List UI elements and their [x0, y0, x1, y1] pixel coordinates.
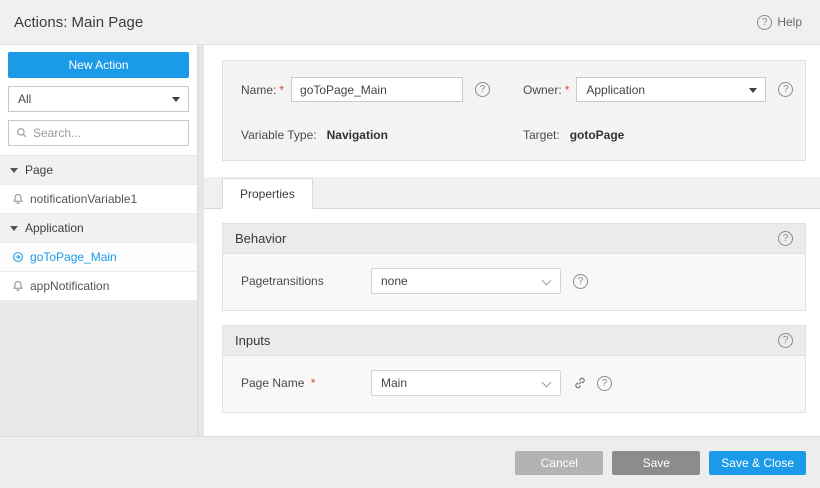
required-marker: *: [279, 82, 285, 97]
tree-group-label: Application: [25, 221, 84, 235]
header: Actions: Main Page ? Help: [0, 0, 820, 45]
filter-select-value: All: [18, 92, 32, 106]
collapse-caret-icon: [10, 225, 18, 231]
body: New Action All Page: [0, 45, 820, 436]
name-help-icon[interactable]: ?: [475, 82, 491, 97]
search-box[interactable]: [8, 120, 189, 146]
pagetransitions-value: none: [381, 274, 408, 288]
tree-group-page[interactable]: Page: [0, 156, 197, 185]
cancel-button[interactable]: Cancel: [515, 450, 604, 475]
owner-select[interactable]: Application: [576, 77, 767, 102]
variable-type-label: Variable Type:: [241, 128, 317, 142]
filter-select[interactable]: All: [8, 86, 189, 112]
chevron-down-icon: [749, 88, 758, 93]
target-value: gotoPage: [569, 128, 625, 142]
bind-variable-link-icon[interactable]: [573, 376, 587, 390]
owner-label: Owner:: [523, 82, 562, 97]
tree-item-notificationvariable1[interactable]: notificationVariable1: [0, 185, 197, 214]
action-summary-panel: Name: * ? Owner: * Application ?: [222, 60, 806, 161]
required-marker: *: [564, 82, 570, 97]
sidebar: New Action All Page: [0, 45, 197, 436]
tree-group-label: Page: [25, 163, 54, 177]
name-label: Name:: [241, 82, 277, 97]
inputs-section: Inputs ? Page Name * Main ?: [222, 325, 806, 413]
chevron-down-icon: [172, 97, 180, 102]
action-tree: Page notificationVariable1 Application g…: [0, 155, 197, 301]
behavior-section: Behavior ? Pagetransitions none ?: [222, 223, 806, 311]
tree-item-gotopage-main[interactable]: goToPage_Main: [0, 243, 197, 272]
pagetransitions-dropdown[interactable]: none: [371, 268, 561, 294]
target-label: Target:: [523, 128, 560, 142]
owner-select-value: Application: [586, 82, 646, 97]
owner-help-icon[interactable]: ?: [778, 82, 794, 97]
required-marker: *: [310, 376, 316, 390]
save-button[interactable]: Save: [612, 450, 701, 475]
inputs-section-body: Page Name * Main ?: [223, 356, 805, 412]
name-input[interactable]: [291, 77, 464, 102]
tree-item-appnotification[interactable]: appNotification: [0, 272, 197, 301]
inputs-title: Inputs: [235, 333, 271, 348]
pagetransitions-help-icon[interactable]: ?: [573, 273, 588, 289]
tree-item-label: appNotification: [30, 279, 110, 293]
page-title: Actions: Main Page: [14, 13, 144, 31]
sidebar-empty-area: [0, 301, 197, 436]
notification-icon: [12, 193, 24, 205]
actions-dialog: Actions: Main Page ? Help New Action All: [0, 0, 820, 488]
tab-strip: Properties: [204, 177, 820, 209]
variable-type-value: Navigation: [326, 128, 388, 142]
help-label: Help: [777, 15, 802, 29]
page-name-label: Page Name *: [241, 376, 371, 390]
save-and-close-button[interactable]: Save & Close: [709, 450, 806, 475]
behavior-help-icon[interactable]: ?: [778, 231, 793, 246]
form-row-type-target: Variable Type: Navigation Target: gotoPa…: [241, 128, 787, 142]
page-name-help-icon[interactable]: ?: [597, 375, 612, 391]
inputs-help-icon[interactable]: ?: [778, 333, 793, 348]
tree-item-label: notificationVariable1: [30, 192, 138, 206]
footer: Cancel Save Save & Close: [0, 436, 820, 488]
tab-properties[interactable]: Properties: [222, 178, 313, 209]
tree-item-label: goToPage_Main: [30, 250, 117, 264]
main-content: Name: * ? Owner: * Application ?: [204, 45, 820, 436]
notification-icon: [12, 280, 24, 292]
navigation-icon: [12, 251, 24, 263]
help-link[interactable]: ? Help: [757, 14, 802, 30]
behavior-title: Behavior: [235, 231, 287, 246]
help-icon: ?: [757, 14, 773, 30]
page-name-label-text: Page Name: [241, 376, 305, 390]
search-icon: [16, 127, 28, 139]
collapse-caret-icon: [10, 167, 18, 173]
tree-group-application[interactable]: Application: [0, 214, 197, 243]
behavior-section-body: Pagetransitions none ?: [223, 254, 805, 310]
pagetransitions-label: Pagetransitions: [241, 274, 324, 288]
sidebar-scrollbar[interactable]: [197, 45, 204, 436]
form-row-name-owner: Name: * ? Owner: * Application ?: [241, 77, 794, 102]
chevron-down-icon: [541, 377, 552, 388]
chevron-down-icon: [541, 275, 552, 286]
search-input[interactable]: [33, 126, 181, 140]
page-name-dropdown[interactable]: Main: [371, 370, 561, 396]
page-name-value: Main: [381, 376, 408, 390]
behavior-section-header: Behavior ?: [223, 224, 805, 254]
inputs-section-header: Inputs ?: [223, 326, 805, 356]
new-action-button[interactable]: New Action: [8, 52, 189, 78]
